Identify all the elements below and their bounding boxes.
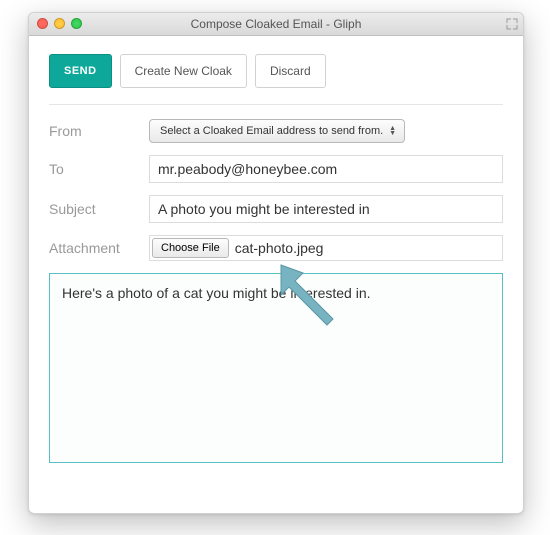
titlebar: Compose Cloaked Email - Gliph (29, 13, 523, 36)
create-cloak-label: Create New Cloak (135, 64, 232, 78)
window-content: SEND Create New Cloak Discard From Selec… (29, 36, 523, 479)
attachment-row: Attachment Choose File cat-photo.jpeg (49, 235, 503, 261)
subject-row: Subject (49, 195, 503, 223)
message-body-editor[interactable]: Here's a photo of a cat you might be int… (49, 273, 503, 463)
zoom-icon[interactable] (71, 18, 82, 29)
from-select-label: Select a Cloaked Email address to send f… (160, 125, 383, 137)
close-icon[interactable] (37, 18, 48, 29)
window-controls (37, 18, 82, 29)
send-button-label: SEND (64, 65, 97, 77)
subject-input[interactable] (149, 195, 503, 223)
subject-label: Subject (49, 201, 149, 217)
window-title: Compose Cloaked Email - Gliph (191, 17, 362, 31)
from-row: From Select a Cloaked Email address to s… (49, 119, 503, 143)
from-select[interactable]: Select a Cloaked Email address to send f… (149, 119, 405, 143)
updown-icon: ▲▼ (389, 126, 396, 136)
fullscreen-icon[interactable] (505, 17, 519, 31)
compose-window: Compose Cloaked Email - Gliph SEND Creat… (28, 12, 524, 514)
attachment-label: Attachment (49, 240, 149, 256)
minimize-icon[interactable] (54, 18, 65, 29)
discard-button[interactable]: Discard (255, 54, 326, 88)
attachment-field: Choose File cat-photo.jpeg (149, 235, 503, 261)
create-cloak-button[interactable]: Create New Cloak (120, 54, 247, 88)
message-body-text: Here's a photo of a cat you might be int… (62, 285, 371, 301)
attachment-filename: cat-photo.jpeg (235, 240, 324, 256)
to-label: To (49, 161, 149, 177)
send-button[interactable]: SEND (49, 54, 112, 88)
to-row: To (49, 155, 503, 183)
choose-file-button[interactable]: Choose File (152, 238, 229, 258)
choose-file-label: Choose File (161, 242, 220, 254)
to-input[interactable] (149, 155, 503, 183)
from-label: From (49, 123, 149, 139)
discard-label: Discard (270, 64, 311, 78)
toolbar: SEND Create New Cloak Discard (49, 54, 503, 105)
